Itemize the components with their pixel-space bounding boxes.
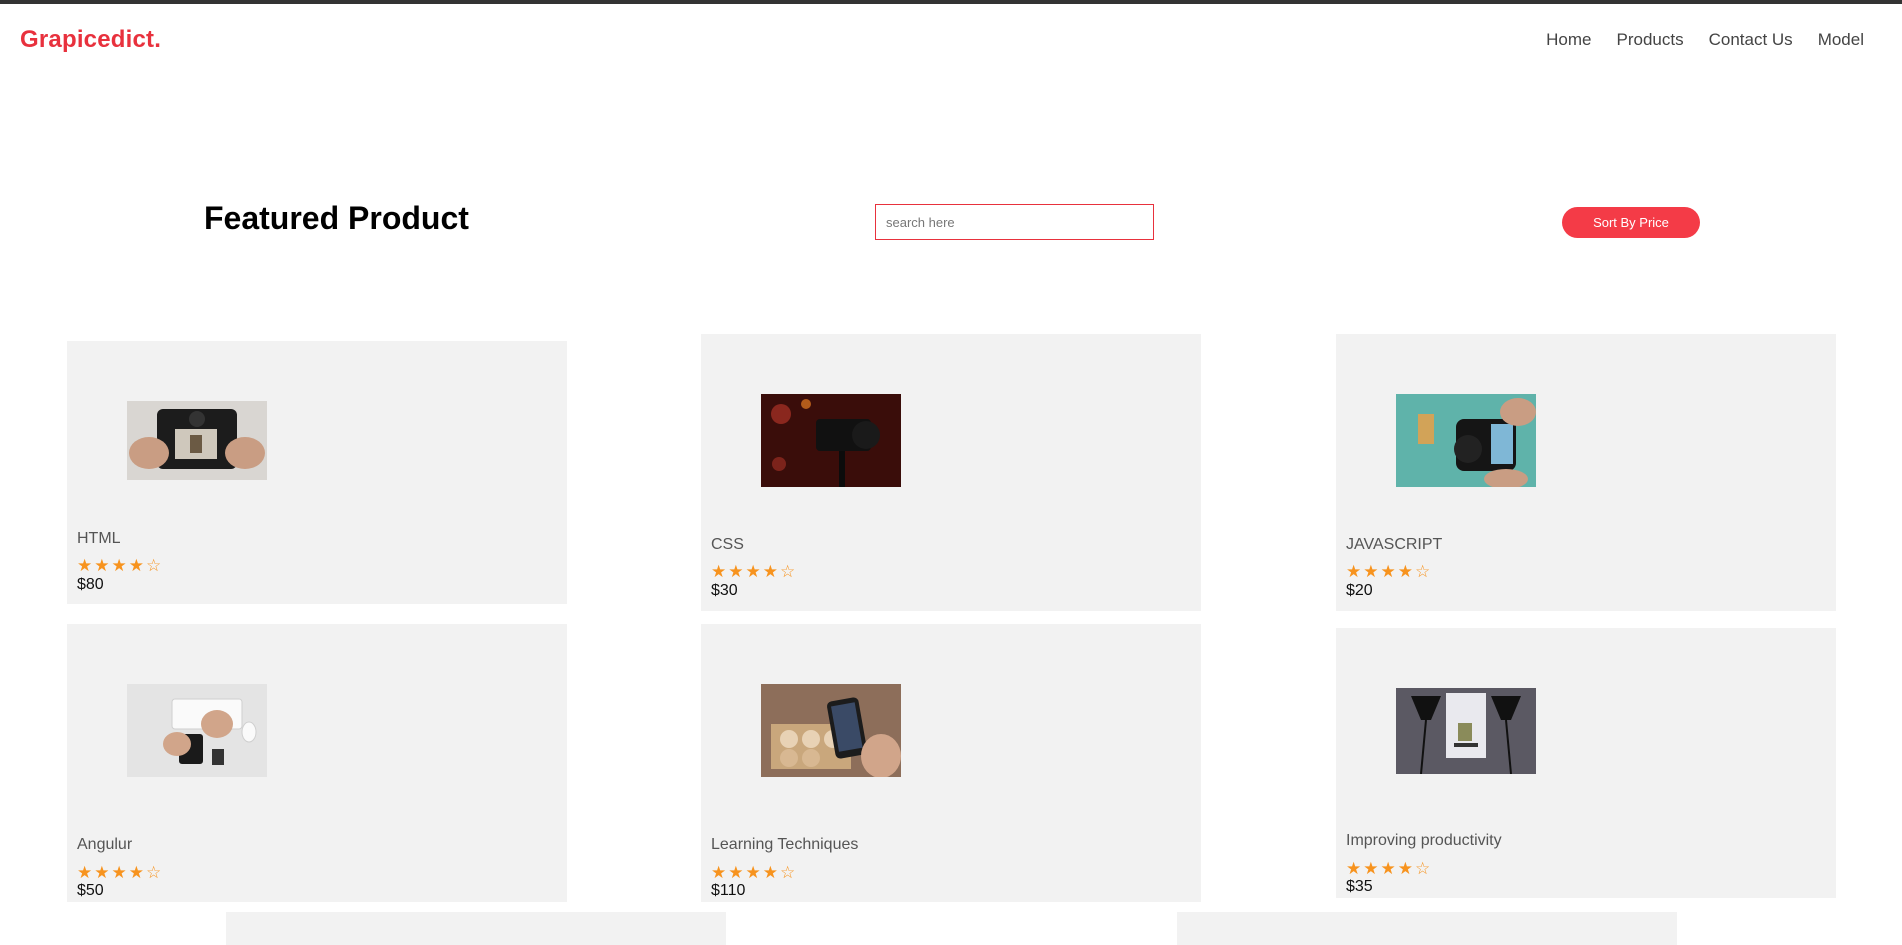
- camera-in-hands-teal-background-photo: [1396, 394, 1536, 487]
- product-price: $110: [711, 882, 746, 899]
- empty-star: ☆: [145, 863, 164, 882]
- product-price: $80: [77, 576, 104, 593]
- phone-photographing-food-photo: [761, 684, 901, 777]
- nav-model[interactable]: Model: [1818, 30, 1864, 50]
- rating-stars: ★★★★☆: [711, 563, 797, 580]
- product-price: $35: [1346, 878, 1373, 895]
- nav-products[interactable]: Products: [1617, 30, 1684, 50]
- rating-stars: ★★★★☆: [1346, 860, 1432, 877]
- page-title: Featured Product: [204, 200, 469, 236]
- rating-stars: ★★★★☆: [711, 864, 797, 881]
- camera-back-screen-photo: [127, 401, 267, 480]
- product-photo-studio-lights-photo: [1396, 688, 1536, 774]
- product-name: JAVASCRIPT: [1346, 536, 1443, 553]
- product-card[interactable]: JAVASCRIPT ★★★★☆ $20: [1336, 334, 1836, 611]
- product-card-partial[interactable]: [226, 912, 726, 945]
- empty-star: ☆: [1414, 562, 1433, 581]
- sort-by-price-button[interactable]: Sort By Price: [1562, 207, 1700, 238]
- product-name: Angulur: [77, 836, 133, 853]
- product-name: CSS: [711, 536, 744, 553]
- filled-stars: ★★★★: [77, 863, 146, 882]
- product-name: Improving productivity: [1346, 832, 1502, 849]
- main-nav: Home Products Contact Us Model: [1546, 30, 1864, 50]
- video-camera-on-tripod-photo: [761, 394, 901, 487]
- product-card[interactable]: HTML ★★★★☆ $80: [67, 341, 567, 604]
- empty-star: ☆: [145, 556, 164, 575]
- product-name: Learning Techniques: [711, 836, 859, 853]
- rating-stars: ★★★★☆: [1346, 563, 1432, 580]
- product-price: $50: [77, 882, 104, 899]
- filled-stars: ★★★★: [1346, 562, 1415, 581]
- product-card-partial[interactable]: [1177, 912, 1677, 945]
- empty-star: ☆: [1414, 859, 1433, 878]
- rating-stars: ★★★★☆: [77, 864, 163, 881]
- nav-contact-us[interactable]: Contact Us: [1709, 30, 1793, 50]
- empty-star: ☆: [779, 562, 798, 581]
- filled-stars: ★★★★: [711, 863, 780, 882]
- product-card[interactable]: CSS ★★★★☆ $30: [701, 334, 1201, 611]
- search-input[interactable]: [875, 204, 1154, 240]
- keyboard-and-phone-desk-photo: [127, 684, 267, 777]
- empty-star: ☆: [779, 863, 798, 882]
- product-card[interactable]: Angulur ★★★★☆ $50: [67, 624, 567, 902]
- filled-stars: ★★★★: [711, 562, 780, 581]
- product-card[interactable]: Improving productivity ★★★★☆ $35: [1336, 628, 1836, 898]
- brand-logo[interactable]: Grapicedict.: [20, 26, 161, 54]
- filled-stars: ★★★★: [77, 556, 146, 575]
- rating-stars: ★★★★☆: [77, 557, 163, 574]
- product-name: HTML: [77, 530, 121, 547]
- nav-home[interactable]: Home: [1546, 30, 1591, 50]
- product-price: $30: [711, 582, 738, 599]
- product-price: $20: [1346, 582, 1373, 599]
- product-card[interactable]: Learning Techniques ★★★★☆ $110: [701, 624, 1201, 902]
- filled-stars: ★★★★: [1346, 859, 1415, 878]
